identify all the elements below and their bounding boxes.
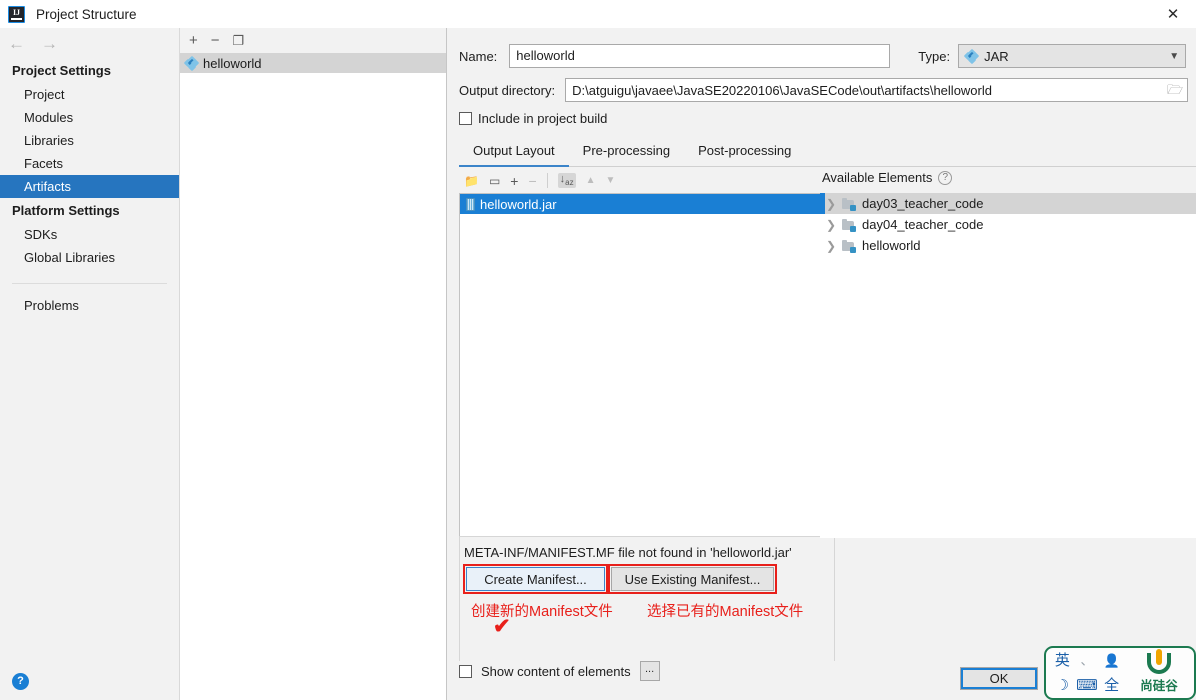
sidebar-item-sdks[interactable]: SDKs [0,223,179,246]
move-up-icon: ▲ [586,176,596,186]
sidebar-item-artifacts[interactable]: Artifacts [0,175,179,198]
output-layout-toolbar: 📁 ▭ + − ↓az ▲ ▼ [459,169,835,192]
chevron-right-icon[interactable]: ❯ [826,218,836,232]
chevron-right-icon[interactable]: ❯ [826,239,836,253]
arrow-right-icon[interactable]: → [41,35,58,52]
list-item[interactable]: ❯ day04_teacher_code [820,214,1196,235]
jar-row-label: helloworld.jar [480,197,557,212]
ime-buttons: 英 、 👤 ☽ ⌨ 全 [1046,648,1124,698]
add-element-icon[interactable]: + [510,174,518,188]
sidebar-group-platform-settings: Platform Settings [0,198,179,223]
tab-pre-processing[interactable]: Pre-processing [569,141,684,167]
ime-brand-logo: 尚硅谷 [1124,648,1194,698]
available-elements-list: ❯ day03_teacher_code ❯ day04_teacher_cod… [820,193,1196,538]
available-elements-title: Available Elements [822,170,932,185]
available-element-label: day03_teacher_code [862,196,983,211]
keyboard-icon[interactable]: ⌨ [1076,678,1098,693]
sidebar-item-problems[interactable]: Problems [0,294,179,317]
ime-punctuation-icon[interactable]: 、 [1080,654,1093,667]
sidebar-navigation: ← → [0,28,179,58]
intellij-idea-icon [8,6,25,23]
sidebar-item-modules[interactable]: Modules [0,106,179,129]
manifest-message: META-INF/MANIFEST.MF file not found in '… [464,545,792,560]
include-in-build-row[interactable]: Include in project build [459,111,607,126]
sidebar-item-libraries[interactable]: Libraries [0,129,179,152]
include-in-build-label: Include in project build [478,111,607,126]
title-bar: Project Structure ✕ [0,0,1196,28]
list-item[interactable]: ❯ day03_teacher_code [820,193,1196,214]
module-icon [842,198,856,210]
artifact-item-label: helloworld [203,56,262,71]
annotation-checkmark-icon: ✔ [493,616,511,637]
sidebar-divider [12,283,167,284]
add-artifact-icon[interactable]: + [189,33,198,48]
sidebar-group-project-settings: Project Settings [0,58,179,83]
copy-artifact-icon[interactable]: ❐ [233,34,245,47]
list-item[interactable]: helloworld [180,53,446,73]
module-icon [842,219,856,231]
dialog-footer: OK [0,658,1196,700]
add-archive-icon[interactable]: ▭ [489,175,500,187]
artifact-diamond-icon [185,57,198,70]
artifact-list-panel: + − ❐ helloworld [180,28,447,700]
list-item[interactable]: ❯ helloworld [820,235,1196,256]
jar-file-icon [466,198,475,211]
move-down-icon: ▼ [606,176,616,186]
artifact-list: helloworld [180,53,446,700]
sidebar-item-global-libraries[interactable]: Global Libraries [0,246,179,269]
project-structure-dialog: Project Structure ✕ ← → Project Settings… [0,0,1196,700]
include-in-build-checkbox[interactable] [459,112,472,125]
remove-element-icon: − [528,174,536,188]
arrow-left-icon[interactable]: ← [8,35,25,52]
output-layout-tree: helloworld.jar [459,193,835,538]
add-directory-icon[interactable]: 📁 [464,175,479,187]
available-element-label: day04_teacher_code [862,217,983,232]
help-question-icon[interactable]: ? [938,171,952,185]
module-icon [842,240,856,252]
output-directory-label: Output directory: [459,83,555,98]
available-elements-panel: Available Elements ? ❯ day03_teacher_cod… [820,28,1196,628]
sidebar-item-facets[interactable]: Facets [0,152,179,175]
tab-post-processing[interactable]: Post-processing [684,141,805,167]
available-elements-header: Available Elements ? [822,170,952,185]
sidebar-item-project[interactable]: Project [0,83,179,106]
toolbar-divider [547,173,548,188]
tab-output-layout[interactable]: Output Layout [459,141,569,167]
user-icon[interactable]: 👤 [1104,654,1120,667]
window-title: Project Structure [36,7,137,22]
ime-brand-text: 尚硅谷 [1140,675,1178,694]
tree-row[interactable]: helloworld.jar [460,194,834,214]
name-label: Name: [459,49,497,64]
chevron-right-icon[interactable]: ❯ [826,197,836,211]
horseshoe-logo-icon [1147,653,1171,674]
settings-sidebar: ← → Project Settings Project Modules Lib… [0,28,180,700]
use-existing-manifest-button[interactable]: Use Existing Manifest... [611,567,774,591]
close-icon[interactable]: ✕ [1150,0,1196,28]
manifest-notice-panel: META-INF/MANIFEST.MF file not found in '… [459,536,835,661]
sort-alphabetically-icon[interactable]: ↓az [558,173,576,188]
ime-toolbar[interactable]: 英 、 👤 ☽ ⌨ 全 尚硅谷 [1044,646,1196,700]
available-element-label: helloworld [862,238,921,253]
remove-artifact-icon[interactable]: − [211,33,220,48]
ime-width-mode[interactable]: 全 [1104,678,1119,693]
ime-language-mode[interactable]: 英 [1055,653,1070,668]
moon-icon[interactable]: ☽ [1056,678,1069,693]
annotation-text-use-existing-manifest: 选择已有的Manifest文件 [647,600,803,621]
ok-button[interactable]: OK [960,667,1038,690]
create-manifest-button[interactable]: Create Manifest... [466,567,605,591]
artifact-toolbar: + − ❐ [180,28,446,53]
